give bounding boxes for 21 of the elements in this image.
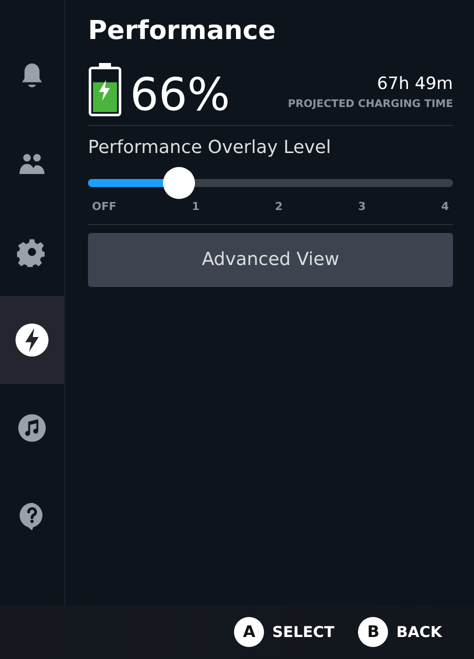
controller-button-icon: B <box>358 617 388 647</box>
tick-label: 4 <box>441 199 449 216</box>
tick-label: OFF <box>92 199 116 216</box>
hint-label: BACK <box>396 622 442 643</box>
slider-label: Performance Overlay Level <box>88 136 332 160</box>
battery-icon <box>88 63 122 118</box>
tick-label: 2 <box>275 199 283 216</box>
tick-label: 1 <box>192 199 200 216</box>
controller-button-icon: A <box>234 617 264 647</box>
tick-label: 3 <box>358 199 366 216</box>
music-icon <box>17 413 47 443</box>
charging-time: 67h 49m <box>376 72 453 96</box>
lightning-icon <box>14 322 50 358</box>
sidebar-tab[interactable] <box>0 296 64 384</box>
battery-percentage: 66% <box>130 72 230 118</box>
advanced-view-button[interactable]: Advanced View <box>88 232 453 287</box>
hint-label: SELECT <box>272 622 334 643</box>
slider-handle[interactable] <box>163 167 196 200</box>
page-title: Performance <box>88 16 277 48</box>
settings-icon <box>17 237 47 267</box>
charging-time-label: PROJECTED CHARGING TIME <box>288 97 453 112</box>
